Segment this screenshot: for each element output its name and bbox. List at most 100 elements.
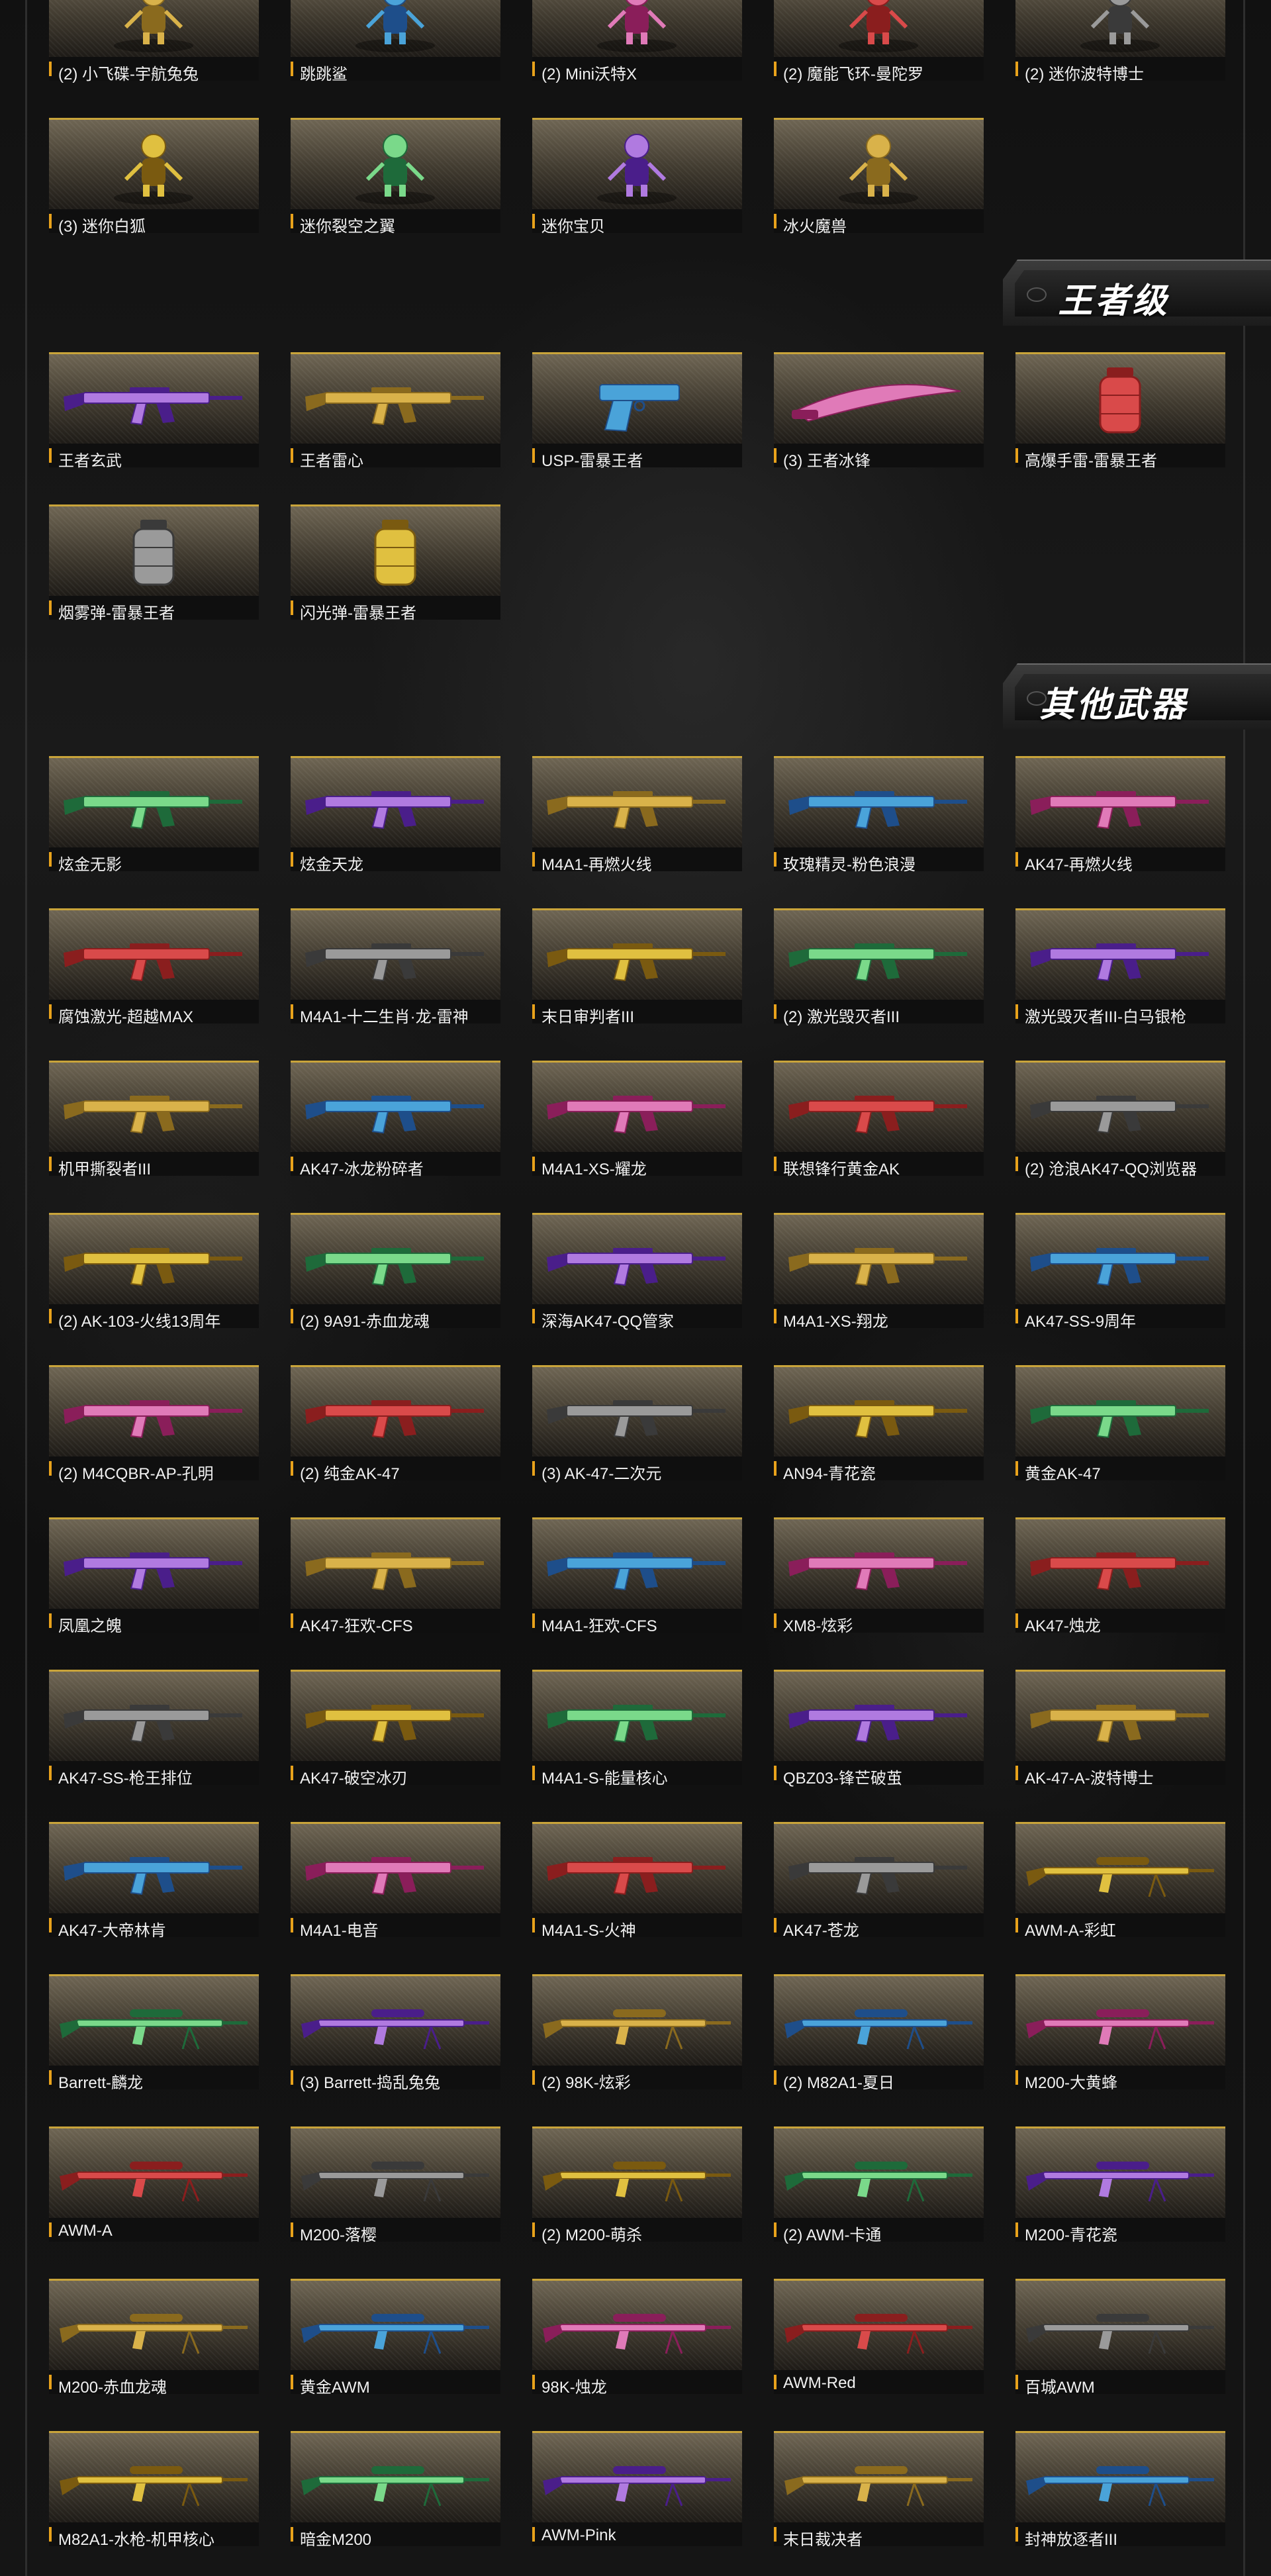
item-caption: (2) 98K-炫彩 xyxy=(532,2066,742,2092)
item-card[interactable]: AK47-破空冰刃 xyxy=(291,1670,500,1788)
caption-accent-bar xyxy=(532,2070,535,2085)
item-name: AWM-A xyxy=(58,2222,113,2240)
item-card[interactable]: AK47-苍龙 xyxy=(774,1822,984,1940)
item-card[interactable]: M200-赤血龙魂 xyxy=(49,2279,259,2397)
item-name: 玫瑰精灵-粉色浪漫 xyxy=(783,856,916,874)
item-card[interactable]: (2) AWM-卡通 xyxy=(774,2126,984,2244)
item-card[interactable]: M200-青花瓷 xyxy=(1015,2126,1225,2244)
item-card[interactable]: (2) M82A1-夏日 xyxy=(774,1974,984,2092)
item-card[interactable]: M4A1-再燃火线 xyxy=(532,756,742,874)
item-card[interactable]: 深海AK47-QQ管家 xyxy=(532,1213,742,1331)
item-card[interactable]: 玫瑰精灵-粉色浪漫 xyxy=(774,756,984,874)
item-caption: 炫金天龙 xyxy=(291,847,500,874)
item-name: M4A1-十二生肖·龙-雷神 xyxy=(300,1008,469,1026)
item-card[interactable]: 黄金AK-47 xyxy=(1015,1365,1225,1483)
item-card[interactable]: USP-雷暴王者 xyxy=(532,352,742,470)
item-thumbnail xyxy=(532,1517,742,1609)
caption-accent-bar xyxy=(774,1918,777,1932)
item-card[interactable]: (2) 9A91-赤血龙魂 xyxy=(291,1213,500,1331)
item-card[interactable]: (2) M4CQBR-AP-孔明 xyxy=(49,1365,259,1483)
item-card[interactable]: 凤凰之魄 xyxy=(49,1517,259,1635)
item-card[interactable]: AWM-Red xyxy=(774,2279,984,2394)
item-card[interactable]: AK47-再燃火线 xyxy=(1015,756,1225,874)
item-card[interactable]: 冰火魔兽 xyxy=(774,118,984,236)
item-card[interactable]: 联想锋行黄金AK xyxy=(774,1061,984,1178)
item-card[interactable]: (2) 沧浪AK47-QQ浏览器 xyxy=(1015,1061,1225,1178)
item-card[interactable]: (2) 激光毁灭者III xyxy=(774,908,984,1026)
item-card[interactable]: M82A1-水枪-机甲核心 xyxy=(49,2431,259,2549)
item-caption: M200-大黄蜂 xyxy=(1015,2066,1225,2092)
item-card[interactable]: AK47-大帝林肯 xyxy=(49,1822,259,1940)
item-name: 炫金无影 xyxy=(58,856,122,874)
item-card[interactable]: 迷你宝贝 xyxy=(532,118,742,236)
item-card[interactable]: 腐蚀激光-超越MAX xyxy=(49,908,259,1026)
item-card[interactable]: AN94-青花瓷 xyxy=(774,1365,984,1483)
item-card[interactable]: (3) 王者冰锋 xyxy=(774,352,984,470)
item-card[interactable]: M4A1-十二生肖·龙-雷神 xyxy=(291,908,500,1026)
item-card[interactable]: AK-47-A-波特博士 xyxy=(1015,1670,1225,1788)
item-card[interactable]: (2) 98K-炫彩 xyxy=(532,1974,742,2092)
item-card[interactable]: (2) 迷你波特博士 xyxy=(1015,0,1225,83)
item-card[interactable]: AK47-SS-枪王排位 xyxy=(49,1670,259,1788)
item-card[interactable]: 98K-烛龙 xyxy=(532,2279,742,2397)
item-card[interactable]: (2) AK-103-火线13周年 xyxy=(49,1213,259,1331)
item-card[interactable]: AWM-Pink xyxy=(532,2431,742,2546)
item-name: AK47-冰龙粉碎者 xyxy=(300,1161,424,1178)
item-card[interactable]: 封神放逐者III xyxy=(1015,2431,1225,2549)
item-card[interactable]: 炫金天龙 xyxy=(291,756,500,874)
item-card[interactable]: (2) 魔能飞环-曼陀罗 xyxy=(774,0,984,83)
item-card[interactable]: (3) 迷你白狐 xyxy=(49,118,259,236)
item-thumbnail xyxy=(291,756,500,847)
caption-accent-bar xyxy=(291,1157,293,1171)
item-card[interactable]: AK47-SS-9周年 xyxy=(1015,1213,1225,1331)
item-card[interactable]: M4A1-S-火神 xyxy=(532,1822,742,1940)
caption-accent-bar xyxy=(532,1309,535,1323)
item-name: (2) M4CQBR-AP-孔明 xyxy=(58,1465,214,1483)
item-name: M200-大黄蜂 xyxy=(1025,2074,1118,2092)
item-card[interactable]: 王者玄武 xyxy=(49,352,259,470)
caption-accent-bar xyxy=(1015,2070,1018,2085)
item-card[interactable]: 末日裁决者 xyxy=(774,2431,984,2549)
item-card[interactable]: M4A1-XS-翔龙 xyxy=(774,1213,984,1331)
item-card[interactable]: AK47-烛龙 xyxy=(1015,1517,1225,1635)
item-card[interactable]: (2) M200-萌杀 xyxy=(532,2126,742,2244)
item-caption: M200-赤血龙魂 xyxy=(49,2370,259,2397)
item-name: AK47-破空冰刃 xyxy=(300,1770,408,1788)
item-caption: 王者玄武 xyxy=(49,444,259,470)
item-card[interactable]: 百城AWM xyxy=(1015,2279,1225,2397)
caption-accent-bar xyxy=(1015,1613,1018,1628)
item-card[interactable]: M4A1-S-能量核心 xyxy=(532,1670,742,1788)
item-card[interactable]: 迷你裂空之翼 xyxy=(291,118,500,236)
item-card[interactable]: 烟雾弹-雷暴王者 xyxy=(49,504,259,622)
item-caption: 98K-烛龙 xyxy=(532,2370,742,2397)
item-card[interactable]: (2) Mini沃特X xyxy=(532,0,742,83)
item-card[interactable]: 暗金M200 xyxy=(291,2431,500,2549)
item-card[interactable]: 黄金AWM xyxy=(291,2279,500,2397)
item-card[interactable]: (2) 小飞碟-宇航兔兔 xyxy=(49,0,259,83)
item-card[interactable]: (3) Barrett-捣乱兔兔 xyxy=(291,1974,500,2092)
item-card[interactable]: QBZ03-锋芒破茧 xyxy=(774,1670,984,1788)
item-card[interactable]: AK47-冰龙粉碎者 xyxy=(291,1061,500,1178)
item-card[interactable]: 炫金无影 xyxy=(49,756,259,874)
item-card[interactable]: 机甲撕裂者III xyxy=(49,1061,259,1178)
item-card[interactable]: M4A1-电音 xyxy=(291,1822,500,1940)
item-card[interactable]: 末日审判者III xyxy=(532,908,742,1026)
item-thumbnail xyxy=(49,0,259,57)
item-card[interactable]: M200-落樱 xyxy=(291,2126,500,2244)
caption-accent-bar xyxy=(291,2070,293,2085)
item-card[interactable]: 王者雷心 xyxy=(291,352,500,470)
item-card[interactable]: M200-大黄蜂 xyxy=(1015,1974,1225,2092)
item-card[interactable]: M4A1-XS-耀龙 xyxy=(532,1061,742,1178)
item-card[interactable]: 闪光弹-雷暴王者 xyxy=(291,504,500,622)
item-card[interactable]: 激光毁灭者III-白马银枪 xyxy=(1015,908,1225,1026)
item-card[interactable]: AWM-A xyxy=(49,2126,259,2242)
item-card[interactable]: 跳跳鲨 xyxy=(291,0,500,83)
item-card[interactable]: 高爆手雷-雷暴王者 xyxy=(1015,352,1225,470)
item-card[interactable]: (2) 纯金AK-47 xyxy=(291,1365,500,1483)
item-card[interactable]: AWM-A-彩虹 xyxy=(1015,1822,1225,1940)
item-card[interactable]: XM8-炫彩 xyxy=(774,1517,984,1635)
item-card[interactable]: AK47-狂欢-CFS xyxy=(291,1517,500,1635)
item-card[interactable]: M4A1-狂欢-CFS xyxy=(532,1517,742,1635)
item-card[interactable]: (3) AK-47-二次元 xyxy=(532,1365,742,1483)
item-card[interactable]: Barrett-麟龙 xyxy=(49,1974,259,2092)
